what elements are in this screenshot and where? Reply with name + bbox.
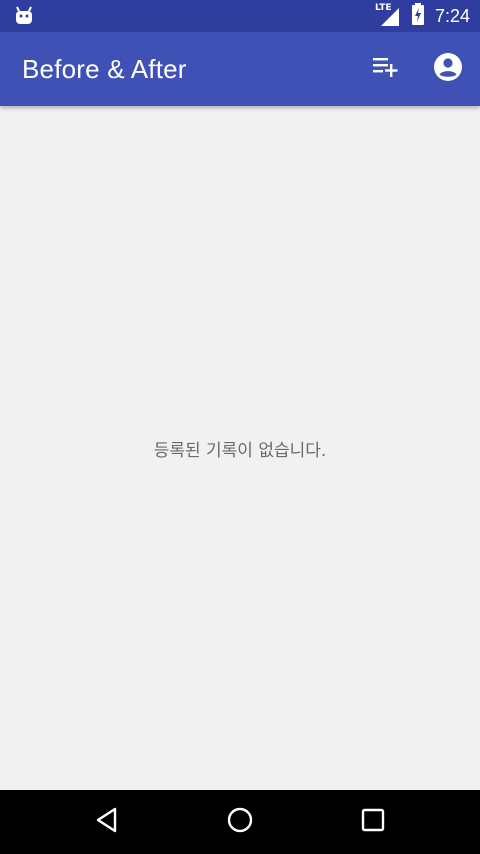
signal-icon: LTE: [375, 0, 403, 32]
main-content: 등록된 기록이 없습니다.: [0, 106, 480, 790]
app-bar-actions: [370, 32, 464, 106]
android-notification-icon: [14, 6, 34, 26]
home-button[interactable]: [224, 806, 256, 838]
playlist-add-icon: [371, 55, 401, 83]
home-icon: [226, 806, 254, 838]
empty-state-message: 등록된 기록이 없습니다.: [153, 441, 327, 461]
account-button[interactable]: [432, 53, 464, 85]
back-button[interactable]: [91, 806, 123, 838]
add-record-button[interactable]: [370, 53, 402, 85]
app-title: Before & After: [22, 54, 187, 84]
clock: 7:24: [434, 5, 470, 26]
account-circle-icon: [433, 52, 463, 86]
recents-button[interactable]: [357, 806, 389, 838]
battery-charging-icon: [411, 3, 425, 29]
status-bar: LTE 7:24: [0, 0, 480, 32]
status-icons: LTE 7:24: [375, 0, 470, 32]
app-bar: Before & After: [0, 32, 480, 106]
navigation-bar: [0, 790, 480, 854]
back-icon: [95, 807, 119, 837]
recents-icon: [360, 807, 386, 837]
